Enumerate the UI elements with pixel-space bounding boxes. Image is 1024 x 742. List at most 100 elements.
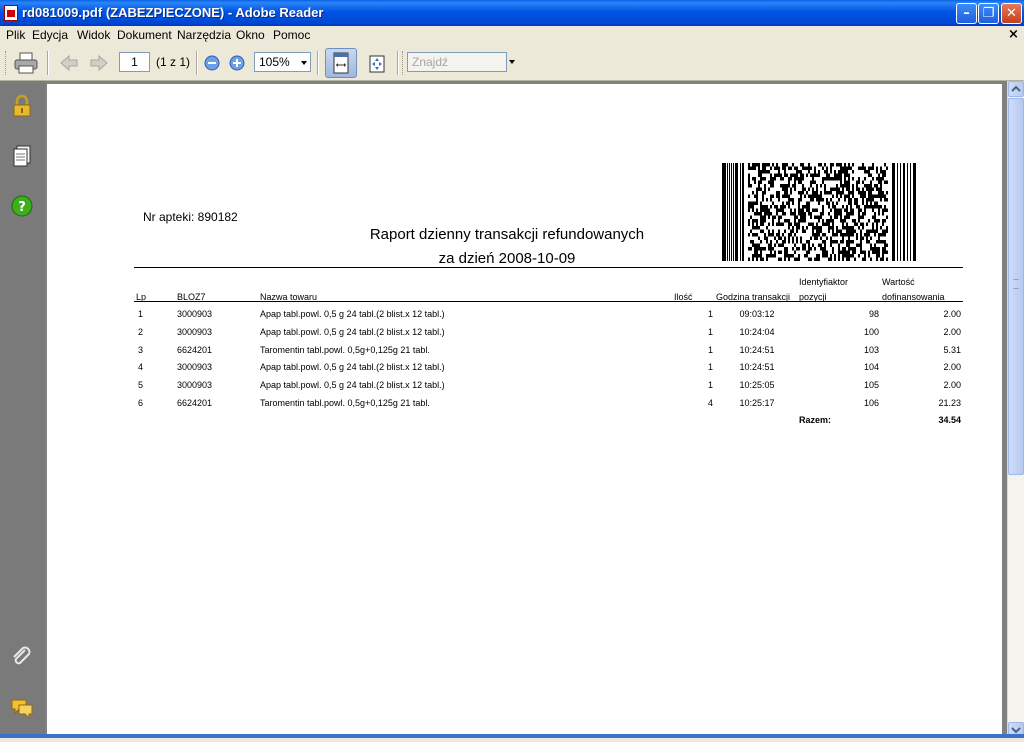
find-options-chevron-icon[interactable] [509,60,515,64]
pdf417-barcode-image [722,163,916,261]
divider [134,301,963,302]
total-value: 34.54 [938,415,961,425]
row-product-name: Taromentin tabl.powl. 0,5g+0,125g 21 tab… [260,344,430,355]
fit-width-icon[interactable] [367,54,387,74]
row-id: 106 [863,398,879,408]
divider [134,267,963,268]
previous-page-icon[interactable] [60,55,78,71]
row-time: 10:25:17 [739,398,775,408]
row-qty: 1 [707,380,713,391]
row-lp: 3 [138,344,144,355]
menu-edit[interactable]: Edycja [32,28,68,42]
navigation-panel: ? [0,81,45,738]
row-product-name: Taromentin tabl.powl. 0,5g+0,125g 21 tab… [260,398,430,408]
row-bloz: 3000903 [177,380,213,391]
next-page-icon[interactable] [90,55,108,71]
row-time: 10:24:51 [739,344,775,355]
report-title: Raport dzienny transakcji refundowanych … [337,223,677,271]
row-qty: 1 [707,344,713,355]
toolbar-separator [397,51,399,75]
status-strip [0,734,1024,738]
fit-page-icon [333,52,349,74]
attachment-icon[interactable] [10,645,34,669]
toolbar-separator [47,51,49,75]
row-bloz: 3000903 [177,362,213,373]
zoom-value: 105% [259,55,290,69]
toolbar-separator [317,51,319,75]
menu-file[interactable]: Plik [6,28,25,42]
row-time: 10:24:51 [739,362,775,373]
row-time: 10:24:04 [739,326,775,337]
chevron-down-icon[interactable] [301,61,307,65]
pdf-file-icon [4,5,18,21]
print-icon[interactable] [14,52,38,74]
vertical-scrollbar[interactable] [1007,81,1024,738]
comments-icon[interactable] [10,696,34,720]
row-bloz: 3000903 [177,326,213,337]
row-product-name: Apap tabl.powl. 0,5 g 24 tabl.(2 blist.x… [260,309,445,319]
menu-tools[interactable]: Narzędzia [177,28,231,42]
pages-icon[interactable] [10,144,34,168]
row-qty: 4 [707,398,713,408]
close-document-button[interactable]: × [1008,27,1019,42]
row-id: 100 [863,326,879,337]
minimize-button[interactable]: – [956,3,977,24]
restore-button[interactable]: ❐ [978,3,999,24]
chevron-up-icon [1011,85,1021,92]
pharmacy-number: Nr apteki: 890182 [143,210,238,224]
row-value: 2.00 [943,380,961,391]
close-window-button[interactable]: ✕ [1001,3,1022,24]
row-product-name: Apap tabl.powl. 0,5 g 24 tabl.(2 blist.x… [260,362,445,373]
toolbar-grip[interactable] [5,51,8,75]
toolbar-separator [196,51,198,75]
help-icon[interactable]: ? [10,194,34,218]
row-value: 2.00 [943,326,961,337]
header-value-line1: Wartość [882,277,915,287]
row-lp: 2 [138,326,144,337]
header-id-line1: Identyfiaktor [799,277,849,287]
row-value: 5.31 [943,344,961,355]
page-number-input[interactable]: 1 [119,52,150,72]
row-bloz: 6624201 [177,344,213,355]
menu-document[interactable]: Dokument [117,28,172,42]
row-time: 10:25:05 [739,380,775,391]
row-value: 21.23 [938,398,961,408]
zoom-select[interactable]: 105% [254,52,311,72]
row-qty: 1 [707,309,713,319]
row-lp: 6 [138,398,144,408]
row-bloz: 6624201 [177,398,213,408]
zoom-out-icon[interactable] [204,55,220,71]
find-input[interactable]: Znajdź [407,52,507,72]
row-value: 2.00 [943,309,961,319]
window-title: rd081009.pdf (ZABEZPIECZONE) - Adobe Rea… [22,5,324,20]
row-qty: 1 [707,362,713,373]
toolbar: 1 (1 z 1) 105% Znajdź [0,45,1024,81]
report-title-line1: Raport dzienny transakcji refundowanych [369,226,645,243]
row-bloz: 3000903 [177,309,213,319]
menu-bar: Plik Edycja Widok Dokument Narzędzia Okn… [0,26,1024,45]
total-label: Razem: [799,415,832,425]
scroll-up-button[interactable] [1008,81,1024,97]
row-id: 98 [868,309,879,319]
zoom-in-icon[interactable] [229,55,245,71]
row-lp: 1 [138,309,144,319]
row-time: 09:03:12 [739,309,775,319]
fit-page-button[interactable] [325,48,357,78]
row-id: 105 [863,380,879,391]
menu-view[interactable]: Widok [77,28,110,42]
document-area[interactable]: Nr apteki: 890182 Raport dzienny transak… [45,81,1009,738]
page-count: (1 z 1) [156,55,191,69]
row-product-name: Apap tabl.powl. 0,5 g 24 tabl.(2 blist.x… [260,380,445,391]
svg-text:?: ? [18,200,26,215]
menu-window[interactable]: Okno [236,28,265,42]
row-id: 103 [863,344,879,355]
toolbar-grip[interactable] [402,51,405,75]
row-product-name: Apap tabl.powl. 0,5 g 24 tabl.(2 blist.x… [260,326,445,337]
scroll-thumb[interactable] [1008,98,1024,475]
row-id: 104 [863,362,879,373]
menu-help[interactable]: Pomoc [273,28,310,42]
lock-icon[interactable] [10,94,34,118]
row-qty: 1 [707,326,713,337]
row-lp: 4 [138,362,144,373]
row-lp: 5 [138,380,144,391]
